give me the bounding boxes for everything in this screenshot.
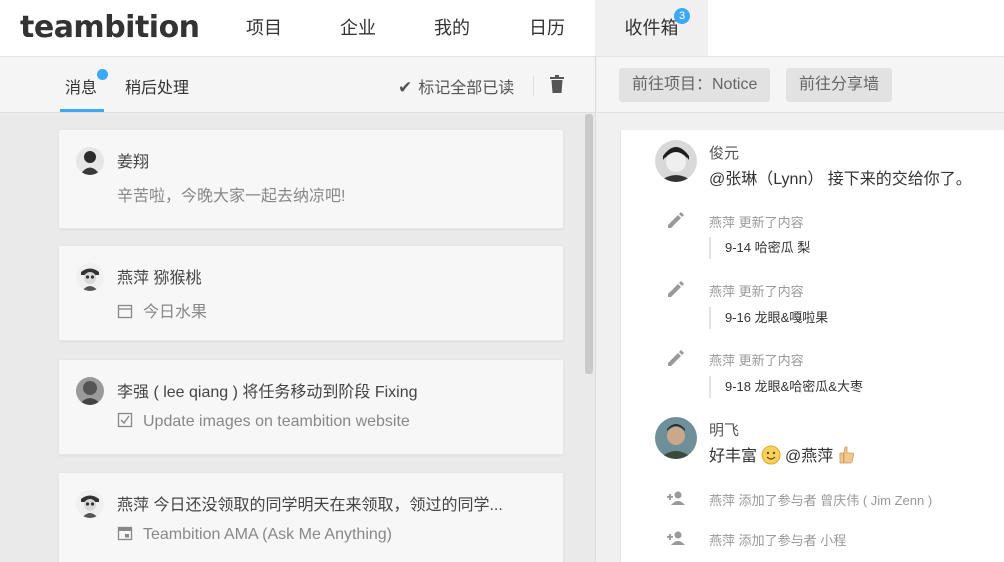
activity-meta: 燕萍 添加了参与者 小程 (709, 533, 847, 548)
activity-meta: 燕萍 添加了参与者 曾庆伟 ( Jim Zenn ) (709, 493, 933, 508)
message-list-pane: 消息 稍后处理 ✔ 标记全部已读 姜翔 辛苦啦，今晚大家一起去纳凉吧! 燕萍 猕猴… (0, 57, 596, 562)
comment-text: @张琳（Lynn） 接下来的交给你了。 (709, 171, 972, 188)
avatar (76, 263, 104, 291)
comment-text: 好丰富 (709, 448, 758, 465)
event-icon (117, 525, 133, 541)
comment-mention: @燕萍 (785, 448, 834, 465)
avatar (76, 490, 104, 518)
nav-calendar[interactable]: 日历 (511, 0, 583, 56)
pencil-icon (665, 209, 687, 231)
activity-feed: 俊元 @张琳（Lynn） 接下来的交给你了。 燕萍 更新了内容 9-14 哈密瓜… (620, 130, 1004, 562)
top-navbar: teambition 项目 企业 我的 日历 收件箱 3 (0, 0, 1004, 57)
mark-all-read-button[interactable]: ✔ 标记全部已读 (398, 74, 514, 98)
toolbar-divider (533, 76, 534, 96)
message-list-scrollbar[interactable] (585, 114, 593, 374)
activity-quote: 9-18 龙眼&哈密瓜&大枣 (709, 376, 863, 398)
comment-text-row: 好丰富 @燕萍 (709, 442, 861, 466)
inbox-count-badge: 3 (674, 8, 690, 24)
comment-author: 俊元 (709, 145, 740, 162)
message-subtitle-row: Update images on teambition website (117, 412, 410, 431)
tab-messages[interactable]: 消息 (65, 74, 97, 98)
message-subtitle: Teambition AMA (Ask Me Anything) (143, 526, 392, 543)
detail-toolbar: 前往项目：Notice 前往分享墙 (597, 57, 1004, 113)
message-toolbar: 消息 稍后处理 ✔ 标记全部已读 (0, 57, 595, 113)
activity-quote: 9-14 哈密瓜 梨 (709, 237, 810, 259)
unread-dot (97, 69, 108, 80)
trash-icon[interactable] (550, 75, 564, 93)
calendar-icon (117, 303, 133, 319)
message-title: 燕萍 猕猴桃 (117, 270, 202, 287)
message-card[interactable]: 李强 ( lee qiang ) 将任务移动到阶段 Fixing Update … (58, 359, 564, 455)
nav-mine[interactable]: 我的 (416, 0, 488, 56)
message-card[interactable]: 燕萍 猕猴桃 今日水果 (58, 245, 564, 341)
goto-share-wall-button[interactable]: 前往分享墙 (786, 68, 893, 102)
avatar (76, 377, 104, 405)
teambition-logo[interactable]: teambition (20, 10, 200, 45)
nav-inbox-label: 收件箱 (624, 18, 679, 38)
avatar (655, 417, 697, 459)
nav-projects[interactable]: 项目 (228, 0, 300, 56)
message-subtitle-row: Teambition AMA (Ask Me Anything) (117, 525, 392, 544)
tab-later[interactable]: 稍后处理 (125, 74, 189, 98)
message-subtitle: Update images on teambition website (143, 413, 410, 430)
add-person-icon (665, 487, 687, 509)
active-tab-underline (60, 109, 104, 112)
message-title: 李强 ( lee qiang ) 将任务移动到阶段 Fixing (117, 384, 418, 401)
comment-author: 明飞 (709, 422, 740, 439)
activity-quote: 9-16 龙眼&嘎啦果 (709, 307, 828, 329)
message-title: 姜翔 (117, 154, 150, 171)
message-title: 燕萍 今日还没领取的同学明天在来领取，领过的同学... (117, 497, 503, 514)
goto-project-button[interactable]: 前往项目：Notice (619, 68, 771, 102)
message-card[interactable]: 燕萍 今日还没领取的同学明天在来领取，领过的同学... Teambition A… (58, 472, 564, 562)
thumbs-up-emoji-icon (837, 445, 857, 465)
message-subtitle: 今日水果 (143, 304, 208, 321)
activity-meta: 燕萍 更新了内容 (709, 284, 804, 299)
checkmark-icon: ✔ (398, 78, 413, 97)
pencil-icon (665, 347, 687, 369)
smile-emoji-icon (761, 445, 781, 465)
pencil-icon (665, 278, 687, 300)
message-subtitle: 辛苦啦，今晚大家一起去纳凉吧! (117, 188, 346, 205)
nav-enterprise[interactable]: 企业 (322, 0, 394, 56)
activity-meta: 燕萍 更新了内容 (709, 215, 804, 230)
message-subtitle-row: 今日水果 (117, 298, 207, 322)
avatar (655, 140, 697, 182)
nav-inbox[interactable]: 收件箱 3 (595, 0, 708, 56)
add-person-icon (665, 527, 687, 549)
mark-all-read-label: 标记全部已读 (418, 80, 515, 97)
message-card[interactable]: 姜翔 辛苦啦，今晚大家一起去纳凉吧! (58, 129, 564, 229)
activity-meta: 燕萍 更新了内容 (709, 353, 804, 368)
avatar (76, 147, 104, 175)
checkbox-icon (117, 412, 133, 428)
